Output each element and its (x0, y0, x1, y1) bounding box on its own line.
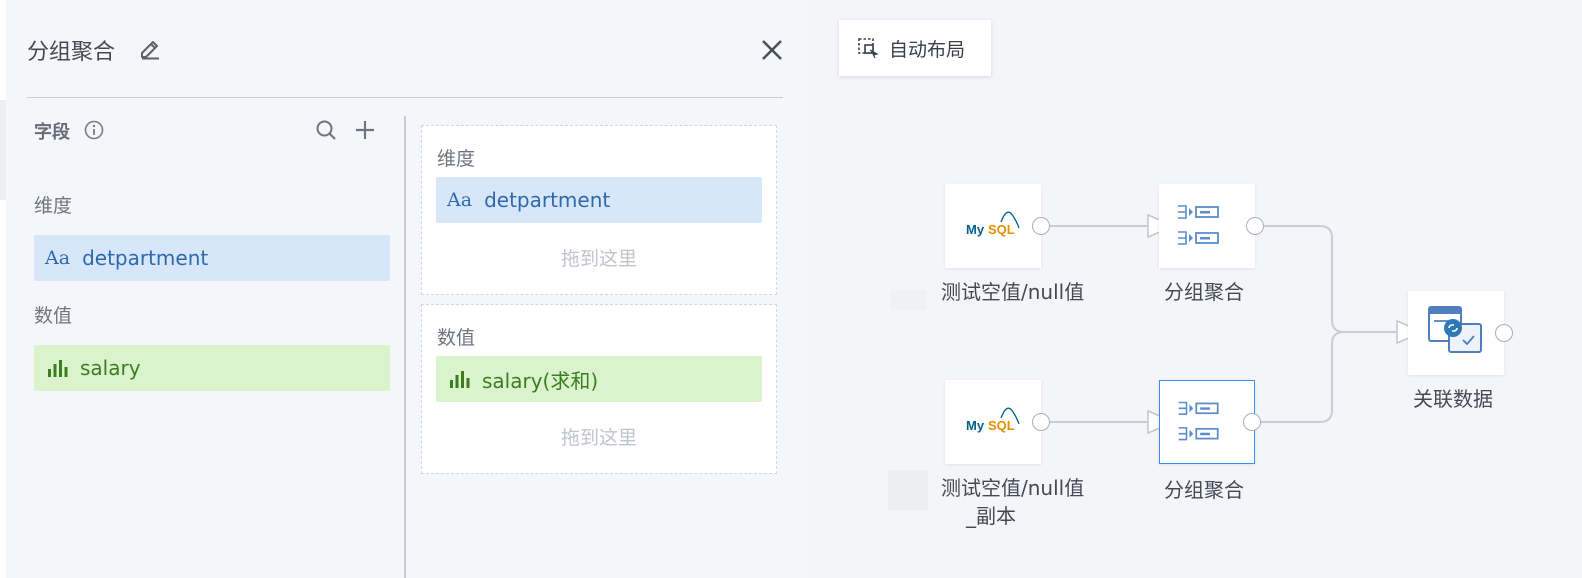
field-item-salary[interactable]: salary (34, 345, 390, 391)
panel-edge-shade (0, 100, 6, 200)
measure-dropzone-label: 数值 (437, 327, 476, 349)
svg-text:My: My (966, 222, 985, 237)
join-data-node[interactable] (1408, 291, 1504, 375)
pencil-icon[interactable] (138, 37, 162, 61)
ghost-placeholder (888, 470, 928, 510)
dimension-section-label: 维度 (34, 195, 73, 217)
source-node-1[interactable]: My SQL (945, 184, 1041, 268)
field-item-detpartment[interactable]: Aa detpartment (34, 235, 390, 281)
mysql-icon: My SQL (966, 211, 1020, 237)
output-port[interactable] (1495, 324, 1513, 342)
bar-chart-icon (450, 371, 470, 388)
column-divider (404, 116, 406, 578)
group-aggregate-node-1-label: 分组聚合 (1164, 280, 1244, 304)
measure-chip-label: salary(求和) (482, 368, 599, 393)
dimension-chip-detpartment[interactable]: Aa detpartment (436, 177, 762, 223)
mysql-icon: My SQL (966, 407, 1020, 433)
text-type-icon: Aa (447, 189, 473, 211)
panel-title: 分组聚合 (27, 40, 116, 65)
source-node-2-label: 测试空值/null值 (941, 476, 1085, 500)
auto-layout-label: 自动布局 (889, 38, 966, 61)
group-aggregate-icon (1178, 205, 1219, 245)
dimension-drop-hint: 拖到这里 (560, 248, 637, 270)
join-data-node-label: 关联数据 (1413, 387, 1493, 411)
svg-text:SQL: SQL (988, 418, 1015, 433)
dimension-chip-label: detpartment (484, 188, 611, 212)
field-item-label: salary (80, 356, 141, 380)
text-type-icon: Aa (45, 247, 71, 269)
group-aggregate-node-2-label: 分组聚合 (1164, 478, 1244, 502)
add-field-icon[interactable] (354, 119, 376, 141)
fields-header: 字段 (34, 122, 70, 143)
svg-text:My: My (966, 418, 985, 433)
dimension-dropzone[interactable]: 维度 Aa detpartment 拖到这里 (421, 125, 777, 295)
info-icon[interactable] (84, 120, 104, 140)
measure-section-label: 数值 (34, 305, 73, 327)
bar-chart-icon (48, 360, 68, 377)
group-aggregate-node-2[interactable] (1159, 380, 1255, 464)
auto-layout-button[interactable]: 自动布局 (839, 20, 991, 76)
source-node-2[interactable]: My SQL (945, 380, 1041, 464)
measure-drop-hint: 拖到这里 (560, 427, 637, 449)
svg-text:SQL: SQL (988, 222, 1015, 237)
dimension-dropzone-label: 维度 (437, 148, 476, 170)
measure-chip-salary[interactable]: salary(求和) (436, 356, 762, 402)
close-icon[interactable] (759, 37, 785, 63)
source-node-2-label-suffix: _副本 (966, 504, 1016, 528)
title-divider (27, 97, 783, 98)
join-data-icon (1428, 306, 1482, 353)
source-node-1-label: 测试空值/null值 (941, 280, 1085, 304)
group-aggregate-icon (1178, 401, 1219, 441)
ghost-placeholder (891, 290, 927, 310)
auto-layout-icon (858, 38, 879, 59)
output-port[interactable] (1032, 217, 1050, 235)
output-port[interactable] (1243, 413, 1261, 431)
group-aggregate-panel: 分组聚合 字段 维度 Aa detpartment 数值 salary 维度 A… (0, 0, 808, 578)
output-port[interactable] (1032, 413, 1050, 431)
panel-edge (0, 0, 6, 578)
measure-dropzone[interactable]: 数值 salary(求和) 拖到这里 (421, 304, 777, 474)
search-icon[interactable] (315, 119, 337, 141)
group-aggregate-node-1[interactable] (1159, 184, 1255, 268)
field-item-label: detpartment (82, 246, 209, 270)
output-port[interactable] (1246, 217, 1264, 235)
